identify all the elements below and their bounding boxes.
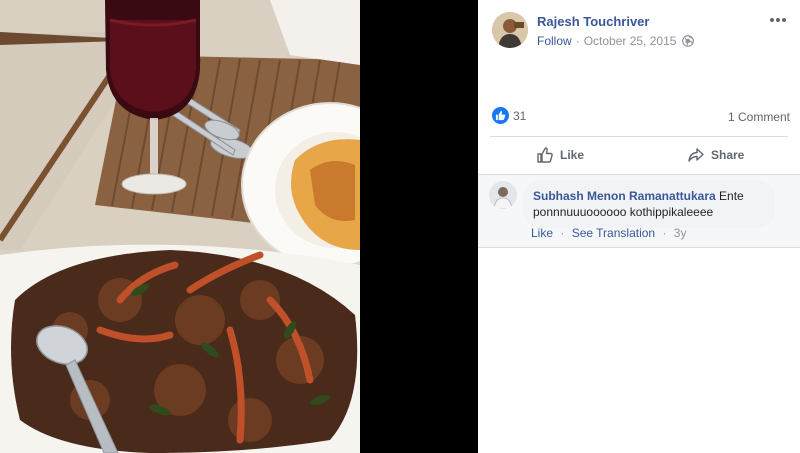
like-reaction-icon [492, 107, 509, 124]
commenter-avatar[interactable] [489, 181, 517, 209]
like-button-label: Like [560, 148, 585, 162]
comments-section: Subhash Menon Ramanattukara Ente ponnnuu… [478, 175, 800, 247]
post-panel: Rajesh Touchriver Follow · October 25, 2… [478, 0, 800, 453]
comment-separator: · [662, 226, 667, 240]
post-meta: Follow · October 25, 2015 [537, 34, 695, 48]
comment-separator: · [560, 226, 565, 240]
globe-icon[interactable] [682, 35, 695, 47]
author-avatar[interactable] [492, 12, 528, 48]
share-arrow-icon [688, 148, 704, 162]
food-photo-illustration [0, 0, 360, 453]
follow-link[interactable]: Follow [537, 34, 572, 48]
divider [478, 247, 800, 248]
post-photo[interactable] [0, 0, 360, 453]
comment-bubble: Subhash Menon Ramanattukara Ente ponnnuu… [523, 180, 775, 228]
reactions-summary[interactable]: 31 [492, 107, 526, 124]
divider [490, 136, 788, 137]
share-button[interactable]: Share [687, 142, 744, 168]
share-button-label: Share [711, 148, 745, 162]
reaction-count: 31 [513, 108, 527, 123]
commenter-name[interactable]: Subhash Menon Ramanattukara [533, 189, 716, 203]
more-options-icon[interactable] [766, 10, 790, 30]
like-button[interactable]: Like [536, 142, 584, 168]
post-date[interactable]: October 25, 2015 [584, 34, 677, 48]
meta-separator: · [575, 34, 580, 48]
post-author-name[interactable]: Rajesh Touchriver [537, 14, 649, 29]
comment-count-link[interactable]: 1 Comment [728, 110, 790, 124]
photo-viewer [0, 0, 478, 453]
thumbs-up-icon [537, 147, 553, 163]
see-translation-link[interactable]: See Translation [572, 226, 655, 240]
comment-like-link[interactable]: Like [531, 226, 553, 240]
comment-actions: Like · See Translation · 3y [531, 226, 686, 240]
comment-age[interactable]: 3y [674, 226, 687, 240]
